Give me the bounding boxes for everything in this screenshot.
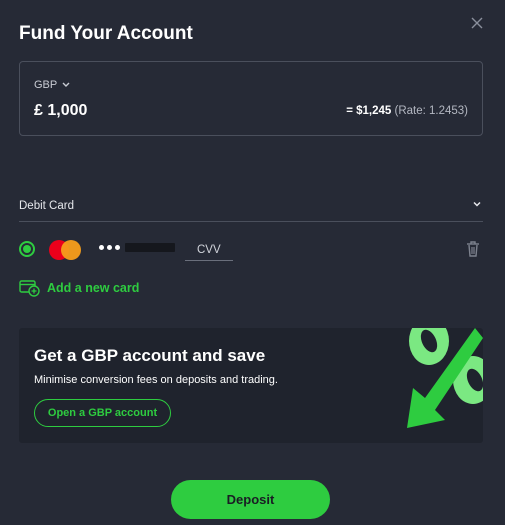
masked-card-number (99, 243, 175, 252)
amount-panel: GBP £ 1,000 = $1,245 (Rate: 1.2453) (19, 61, 483, 136)
mastercard-logo (49, 240, 81, 260)
close-icon (471, 17, 483, 29)
chevron-down-icon (62, 82, 70, 87)
add-card-icon (19, 280, 40, 297)
chevron-down-icon (473, 201, 481, 207)
promo-banner: Get a GBP account and save Minimise conv… (19, 328, 483, 443)
open-gbp-account-button[interactable]: Open a GBP account (34, 399, 171, 427)
exchange-rate: (Rate: 1.2453) (394, 105, 468, 117)
cvv-input[interactable] (185, 239, 233, 261)
promo-subtitle: Minimise conversion fees on deposits and… (34, 374, 278, 386)
promo-title: Get a GBP account and save (34, 346, 266, 365)
add-card-button[interactable]: Add a new card (19, 279, 139, 297)
percent-down-arrow-icon (407, 328, 483, 428)
add-card-label: Add a new card (47, 281, 140, 295)
payment-method-label: Debit Card (19, 200, 74, 212)
card-radio[interactable] (19, 241, 35, 257)
currency-select[interactable]: GBP (34, 79, 70, 91)
dialog-title: Fund Your Account (19, 23, 193, 44)
payment-method-select[interactable]: Debit Card (19, 192, 483, 222)
converted-amount: = $1,245 (346, 105, 392, 117)
trash-icon[interactable] (463, 239, 483, 259)
conversion-text: = $1,245 (Rate: 1.2453) (346, 105, 468, 117)
saved-card-row (19, 237, 483, 263)
close-button[interactable] (468, 14, 486, 32)
amount-input[interactable]: £ 1,000 (34, 102, 87, 120)
deposit-button[interactable]: Deposit (171, 480, 330, 519)
currency-label: GBP (34, 79, 58, 91)
